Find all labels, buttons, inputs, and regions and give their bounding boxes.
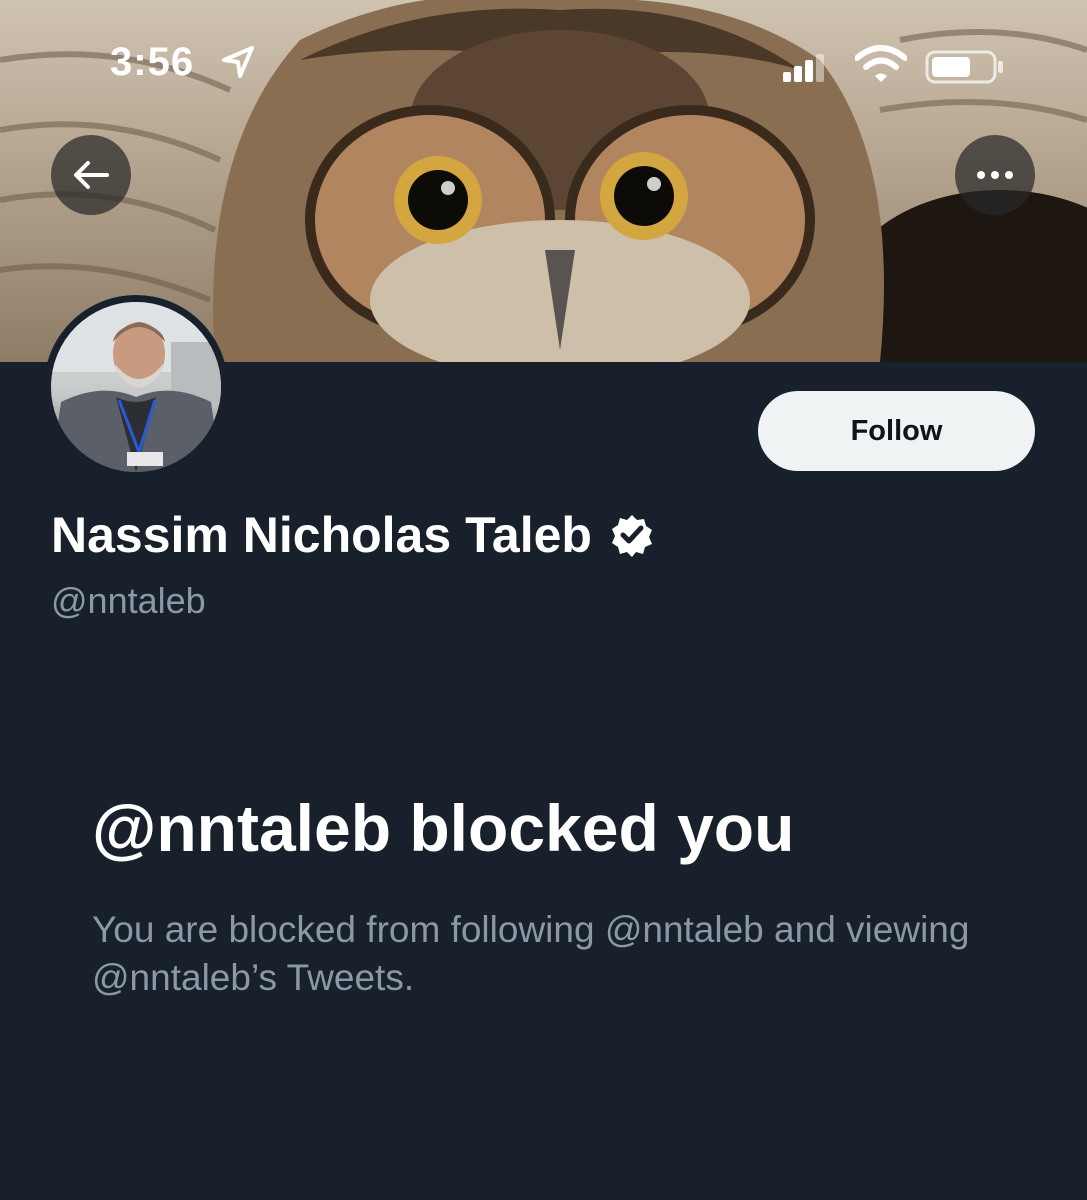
blocked-description: You are blocked from following @nntaleb … [92,909,970,998]
verified-badge-icon[interactable] [610,513,654,557]
wifi-icon [855,45,907,82]
display-name: Nassim Nicholas Taleb [51,507,592,563]
ellipsis-icon [977,171,1013,179]
blocked-title: @nntaleb blocked you [92,791,795,865]
status-time: 3:56 [110,40,195,84]
profile-photo-image [51,302,221,472]
avatar[interactable] [44,295,228,479]
profile-name-row: Nassim Nicholas Taleb [51,506,654,564]
profile-handle: @nntaleb [51,580,206,621]
location-arrow-icon [222,46,254,78]
more-options-button[interactable] [955,135,1035,215]
cellular-signal-icon [783,54,824,82]
back-button[interactable] [51,135,131,215]
battery-icon [925,50,1003,84]
arrow-left-icon [74,161,109,189]
avatar-photo [51,302,221,472]
follow-button[interactable]: Follow [758,391,1035,471]
